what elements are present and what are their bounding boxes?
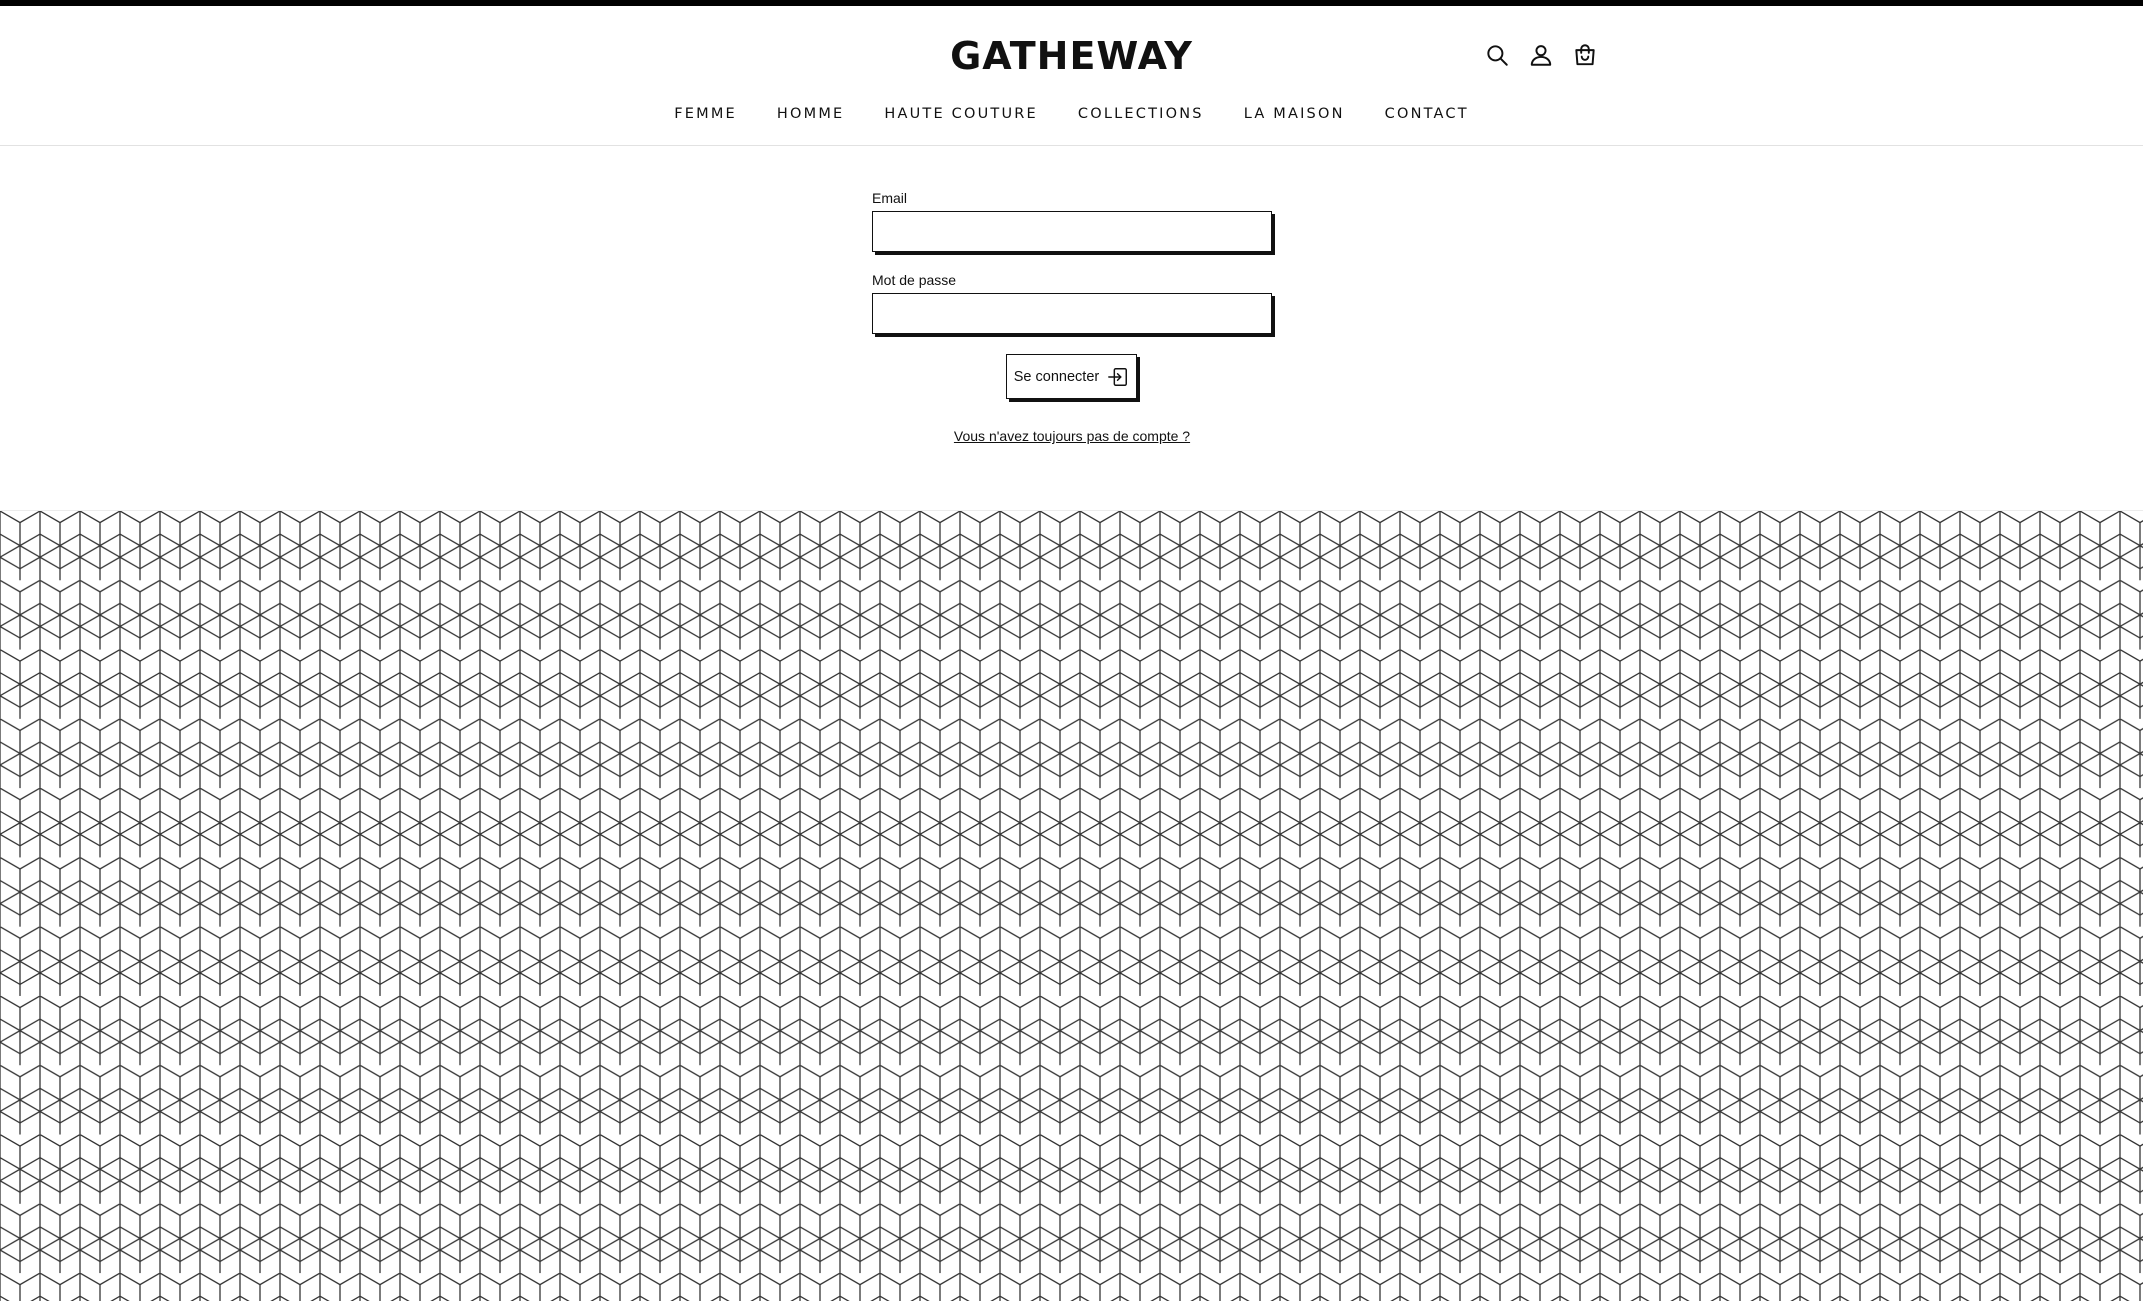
login-form: Email Mot de passe Se connecter Vous n'a…: [872, 190, 1272, 444]
cart-icon[interactable]: [1570, 40, 1600, 70]
main-nav: FEMME HOMME HAUTE COUTURE COLLECTIONS LA…: [0, 106, 2143, 122]
decorative-cube-pattern: [0, 510, 2143, 1301]
login-icon: [1107, 366, 1129, 388]
email-field[interactable]: [872, 211, 1272, 252]
account-icon[interactable]: [1526, 40, 1556, 70]
nav-item-collections[interactable]: COLLECTIONS: [1078, 106, 1204, 122]
email-label: Email: [872, 190, 908, 206]
nav-item-homme[interactable]: HOMME: [777, 106, 845, 122]
header-icons: [1482, 40, 1600, 70]
password-field[interactable]: [872, 293, 1272, 334]
nav-item-femme[interactable]: FEMME: [674, 106, 737, 122]
password-label: Mot de passe: [872, 272, 957, 288]
nav-item-contact[interactable]: CONTACT: [1385, 106, 1469, 122]
register-link[interactable]: Vous n'avez toujours pas de compte ?: [872, 428, 1272, 444]
nav-item-haute-couture[interactable]: HAUTE COUTURE: [884, 106, 1038, 122]
brand-logo-container: GATHEWAY: [0, 34, 2143, 78]
search-icon[interactable]: [1482, 40, 1512, 70]
login-button-label: Se connecter: [1013, 368, 1100, 385]
submit-row: Se connecter: [872, 354, 1272, 400]
site-header: GATHEWAY FEMME HOMME HAUTE COUTURE COLLE…: [0, 6, 2143, 146]
nav-item-la-maison[interactable]: LA MAISON: [1244, 106, 1345, 122]
brand-logo[interactable]: GATHEWAY: [950, 34, 1193, 78]
login-button[interactable]: Se connecter: [1006, 354, 1137, 399]
